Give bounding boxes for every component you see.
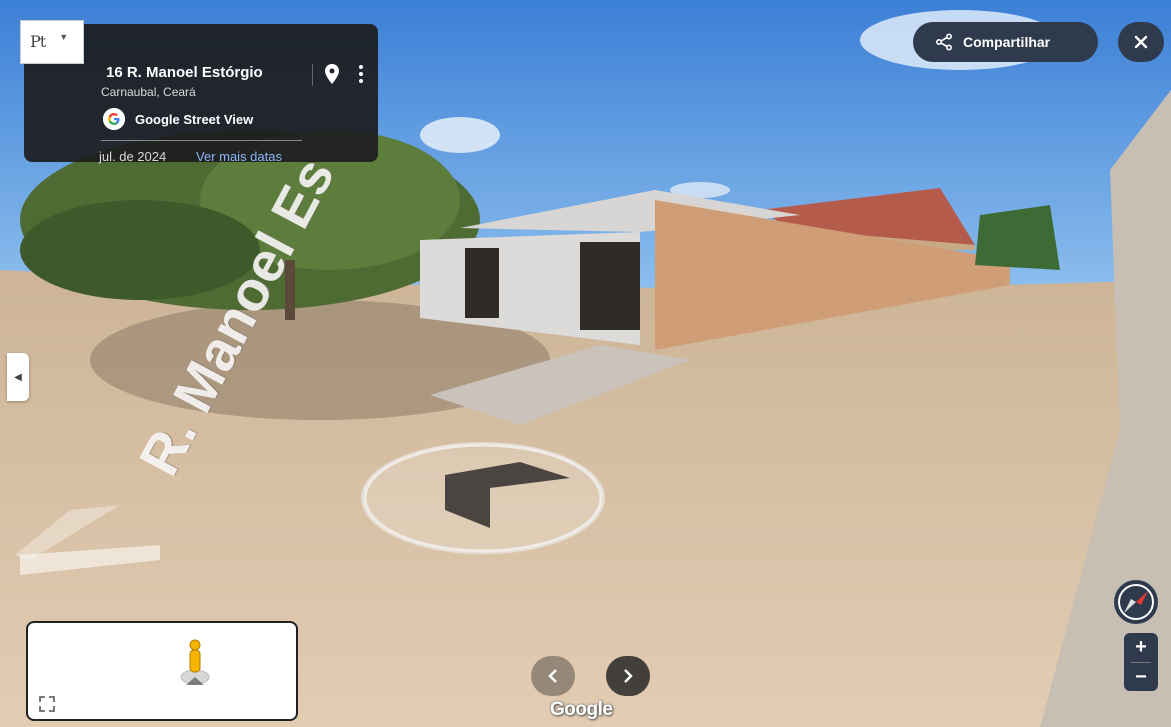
right-tree	[975, 205, 1060, 270]
zoom-in-button[interactable]: +	[1124, 633, 1158, 661]
see-more-dates-link[interactable]: Ver mais datas	[196, 149, 282, 164]
compass-icon[interactable]	[1113, 579, 1159, 625]
more-options-icon[interactable]	[353, 63, 369, 85]
image-type-selector[interactable]: Pt ▼	[20, 20, 84, 64]
zoom-control: + −	[1124, 633, 1158, 691]
fullscreen-icon[interactable]	[38, 695, 56, 713]
pegman-icon[interactable]	[172, 637, 218, 687]
close-icon	[1134, 35, 1148, 49]
share-icon	[935, 33, 953, 51]
expand-panel-button[interactable]: ◀	[7, 353, 29, 401]
triangle-left-icon: ◀	[14, 371, 22, 383]
source-label: Google Street View	[135, 112, 254, 127]
share-button-label: Compartilhar	[963, 34, 1051, 50]
google-logo-icon	[103, 108, 125, 130]
divider	[101, 140, 302, 141]
minimap[interactable]	[26, 621, 298, 721]
image-type-label: Pt	[30, 32, 46, 51]
google-watermark: Google	[550, 699, 613, 720]
chevron-left-icon	[548, 669, 557, 683]
location-pin-icon[interactable]	[320, 62, 344, 86]
divider	[312, 64, 313, 86]
address-title: 16 R. Manoel Estórgio	[106, 64, 263, 81]
door-opening	[465, 248, 499, 318]
zoom-out-button[interactable]: −	[1124, 663, 1158, 691]
share-button[interactable]: Compartilhar	[913, 22, 1098, 62]
next-view-button[interactable]	[606, 656, 650, 696]
capture-date: jul. de 2024	[99, 149, 167, 164]
previous-view-button[interactable]	[531, 656, 575, 696]
close-button[interactable]	[1118, 22, 1164, 62]
chevron-right-icon	[624, 669, 633, 683]
locality-text: Carnaubal, Ceará	[101, 85, 196, 99]
caret-down-icon: ▼	[59, 32, 69, 42]
door-opening	[580, 242, 640, 330]
cloud	[420, 117, 500, 153]
